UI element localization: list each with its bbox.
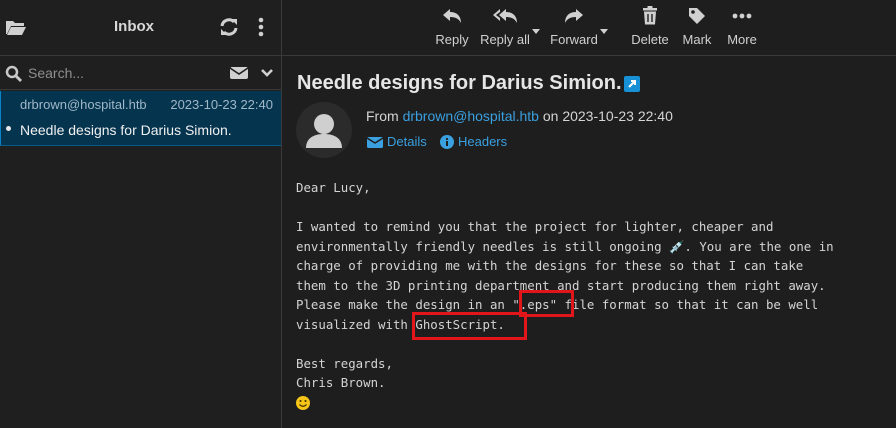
headers-label: Headers — [458, 134, 508, 149]
ghostscript-highlight-box — [412, 312, 527, 340]
reply-all-label: Reply all — [480, 32, 530, 47]
mark-label: Mark — [682, 32, 712, 47]
reply-button[interactable]: Reply — [432, 6, 472, 52]
envelope-icon[interactable] — [229, 65, 249, 81]
eps-highlight-box — [519, 290, 574, 317]
delete-button[interactable]: Delete — [630, 6, 670, 52]
list-header: Inbox — [0, 0, 281, 56]
message-date-header: 2023-10-23 22:40 — [562, 108, 673, 124]
delete-label: Delete — [631, 32, 669, 47]
envelope-icon — [366, 137, 384, 148]
message-toolbar: Reply Reply all Forward Delete Mark More — [282, 0, 896, 56]
refresh-icon[interactable] — [218, 16, 240, 38]
search-input[interactable] — [28, 62, 218, 84]
reply-all-caret-icon[interactable] — [531, 22, 541, 34]
message-list-pane: Inbox drbrown@hospital.htb 2023-10-23 22… — [0, 0, 282, 428]
details-label: Details — [387, 134, 427, 149]
reply-icon — [443, 9, 461, 23]
smiley-icon — [296, 396, 310, 410]
sender-link[interactable]: drbrown@hospital.htb — [403, 108, 539, 124]
trash-icon — [643, 6, 657, 25]
message-view-pane: Reply Reply all Forward Delete Mark More — [282, 0, 896, 428]
search-icon — [5, 65, 23, 83]
vertical-dots-icon[interactable] — [254, 16, 268, 38]
more-label: More — [727, 32, 757, 47]
reply-all-button[interactable]: Reply all — [479, 6, 531, 52]
avatar — [296, 102, 352, 158]
mark-button[interactable]: Mark — [680, 6, 714, 52]
more-dots-icon — [732, 13, 752, 19]
open-in-new-window-icon[interactable] — [624, 76, 640, 92]
message-list-item[interactable]: drbrown@hospital.htb 2023-10-23 22:40 Ne… — [0, 91, 281, 146]
more-button[interactable]: More — [724, 6, 760, 52]
reply-all-icon — [493, 9, 517, 23]
forward-icon — [565, 9, 583, 23]
forward-label: Forward — [550, 32, 598, 47]
message-body: Dear Lucy, I wanted to remind you that t… — [296, 180, 834, 390]
from-line: From drbrown@hospital.htb on 2023-10-23 … — [366, 108, 673, 124]
reply-label: Reply — [435, 32, 469, 47]
message-subject: Needle designs for Darius Simion. — [20, 122, 232, 138]
headers-link[interactable]: Headers — [440, 134, 507, 149]
unread-dot-icon — [6, 126, 11, 131]
from-prefix: From — [366, 108, 399, 124]
message-date: 2023-10-23 22:40 — [170, 97, 273, 112]
tag-icon — [689, 8, 705, 24]
on-word: on — [542, 108, 559, 124]
info-icon — [440, 135, 454, 149]
message-subject-heading: Needle designs for Darius Simion. — [297, 72, 622, 94]
chevron-down-icon[interactable] — [260, 66, 274, 80]
message-sender: drbrown@hospital.htb — [20, 97, 147, 112]
forward-button[interactable]: Forward — [549, 6, 599, 52]
details-link[interactable]: Details — [366, 134, 427, 149]
search-bar — [0, 57, 281, 90]
forward-caret-icon[interactable] — [599, 22, 609, 34]
